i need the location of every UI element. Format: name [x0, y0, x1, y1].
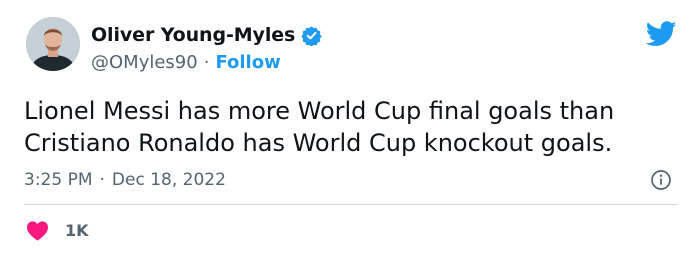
- info-icon[interactable]: [650, 169, 672, 191]
- divider: [24, 204, 678, 205]
- avatar[interactable]: [26, 17, 80, 71]
- verified-badge-icon: [301, 25, 322, 46]
- tweet-time: 3:25 PM: [24, 170, 93, 190]
- tweet-date: Dec 18, 2022: [111, 170, 226, 190]
- tweet-text: Lionel Messi has more World Cup final go…: [24, 95, 684, 159]
- author-name-row: Oliver Young-Myles: [91, 22, 322, 48]
- like-button[interactable]: 1K: [26, 218, 89, 242]
- handle-separator: ·: [203, 51, 210, 73]
- author-handle-row: @OMyles90 · Follow: [91, 50, 281, 74]
- timestamp-separator: ·: [99, 170, 105, 190]
- tweet-timestamp[interactable]: 3:25 PM · Dec 18, 2022: [24, 168, 226, 192]
- author-handle[interactable]: @OMyles90: [91, 52, 198, 73]
- author-display-name[interactable]: Oliver Young-Myles: [91, 24, 295, 46]
- twitter-bird-icon[interactable]: [646, 21, 677, 47]
- tweet-text-line: Lionel Messi has more World Cup final go…: [24, 97, 615, 125]
- heart-icon: [27, 220, 48, 241]
- like-count: 1K: [65, 220, 89, 240]
- follow-button[interactable]: Follow: [215, 52, 280, 73]
- tweet-text-line: Cristiano Ronaldo has World Cup knockout…: [24, 129, 613, 157]
- tweet-card: Oliver Young-Myles @OMyles90 · Follow Li…: [0, 0, 700, 257]
